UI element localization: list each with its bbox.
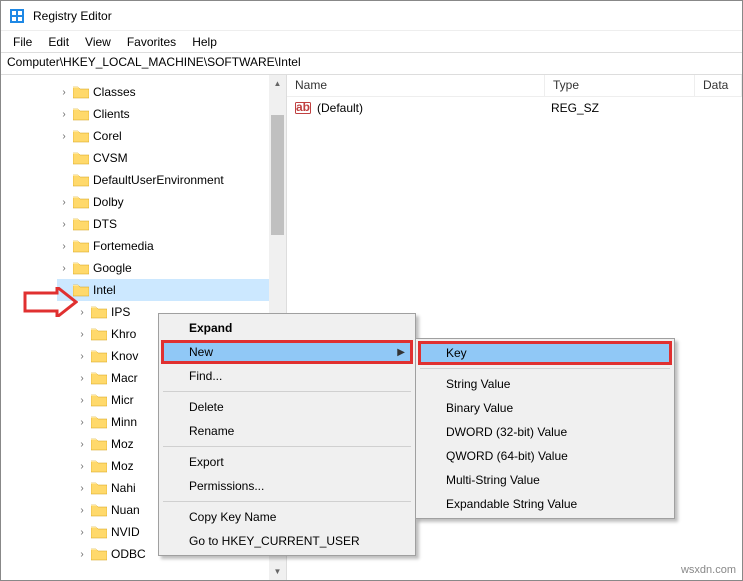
submenu-binary[interactable]: Binary Value xyxy=(418,396,672,420)
ctx-expand-label: Expand xyxy=(189,321,232,335)
scrollbar-thumb[interactable] xyxy=(271,115,284,235)
col-header-data[interactable]: Data xyxy=(695,75,742,96)
submenu-expandstring[interactable]: Expandable String Value xyxy=(418,492,672,516)
expander-icon[interactable]: › xyxy=(75,527,89,538)
list-header: Name Type Data xyxy=(287,75,742,97)
col-header-name[interactable]: Name xyxy=(287,75,545,96)
submenu-arrow-icon: ▶ xyxy=(397,347,405,358)
scroll-down-icon[interactable]: ▼ xyxy=(269,563,286,580)
tree-label: Corel xyxy=(93,129,122,143)
tree-item-corel[interactable]: › Corel xyxy=(57,125,286,147)
expander-icon[interactable]: › xyxy=(57,197,71,208)
ctx-expand[interactable]: Expand xyxy=(161,316,413,340)
tree-label: Knov xyxy=(111,349,138,363)
ctx-rename[interactable]: Rename xyxy=(161,419,413,443)
ctx-export[interactable]: Export xyxy=(161,450,413,474)
submenu-dword[interactable]: DWORD (32-bit) Value xyxy=(418,420,672,444)
tree-label: Micr xyxy=(111,393,134,407)
menu-help[interactable]: Help xyxy=(184,33,225,51)
expander-icon[interactable]: › xyxy=(75,351,89,362)
expander-icon[interactable]: › xyxy=(57,263,71,274)
menubar: File Edit View Favorites Help xyxy=(1,31,742,53)
tree-label: Moz xyxy=(111,437,134,451)
tree-item-intel[interactable]: Intel xyxy=(57,279,286,301)
tree-item-cvsm[interactable]: CVSM xyxy=(57,147,286,169)
expander-icon[interactable]: › xyxy=(75,439,89,450)
expander-icon[interactable]: › xyxy=(57,87,71,98)
expander-icon[interactable]: › xyxy=(75,549,89,560)
tree-item-dolby[interactable]: › Dolby xyxy=(57,191,286,213)
tree-label: Nahi xyxy=(111,481,136,495)
svg-text:ab: ab xyxy=(296,100,310,114)
expander-icon[interactable]: › xyxy=(75,329,89,340)
address-bar[interactable]: Computer\HKEY_LOCAL_MACHINE\SOFTWARE\Int… xyxy=(1,53,742,75)
ctx-separator xyxy=(163,446,411,447)
submenu-string[interactable]: String Value xyxy=(418,372,672,396)
submenu-qword[interactable]: QWORD (64-bit) Value xyxy=(418,444,672,468)
expander-icon[interactable]: › xyxy=(75,505,89,516)
tree-label: Google xyxy=(93,261,132,275)
menu-file[interactable]: File xyxy=(5,33,40,51)
tree-label: Nuan xyxy=(111,503,140,517)
ctx-new-label: New xyxy=(189,345,213,359)
new-submenu: Key String Value Binary Value DWORD (32-… xyxy=(415,338,675,519)
expander-icon[interactable]: › xyxy=(75,461,89,472)
expander-icon[interactable]: › xyxy=(75,395,89,406)
expander-icon[interactable]: › xyxy=(75,417,89,428)
ctx-find[interactable]: Find... xyxy=(161,364,413,388)
tree-label: Khro xyxy=(111,327,136,341)
titlebar: Registry Editor xyxy=(1,1,742,31)
col-header-type[interactable]: Type xyxy=(545,75,695,96)
expander-icon[interactable]: › xyxy=(57,131,71,142)
tree-label: ODBC xyxy=(111,547,146,561)
expander-icon[interactable]: › xyxy=(57,109,71,120)
tree-label: Intel xyxy=(93,283,116,297)
tree-item-defaultuserenvironment[interactable]: DefaultUserEnvironment xyxy=(57,169,286,191)
expander-icon[interactable]: › xyxy=(57,241,71,252)
tree-label: DefaultUserEnvironment xyxy=(93,173,224,187)
tree-label: CVSM xyxy=(93,151,128,165)
scroll-up-icon[interactable]: ▲ xyxy=(269,75,286,92)
tree-label: Macr xyxy=(111,371,138,385)
tree-item-fortemedia[interactable]: › Fortemedia xyxy=(57,235,286,257)
string-value-icon: ab xyxy=(295,100,311,116)
tree-item-dts[interactable]: › DTS xyxy=(57,213,286,235)
ctx-new[interactable]: New ▶ xyxy=(161,340,413,364)
tree-label: Moz xyxy=(111,459,134,473)
tree-label: Dolby xyxy=(93,195,124,209)
submenu-key[interactable]: Key xyxy=(418,341,672,365)
ctx-copy-key-name[interactable]: Copy Key Name xyxy=(161,505,413,529)
regedit-icon xyxy=(9,8,25,24)
value-type: REG_SZ xyxy=(551,101,701,115)
annotation-arrow xyxy=(23,287,78,317)
expander-icon[interactable]: › xyxy=(75,483,89,494)
tree-label: DTS xyxy=(93,217,117,231)
menu-edit[interactable]: Edit xyxy=(40,33,77,51)
ctx-delete[interactable]: Delete xyxy=(161,395,413,419)
expander-icon[interactable]: › xyxy=(75,373,89,384)
tree-item-classes[interactable]: › Classes xyxy=(57,81,286,103)
ctx-separator xyxy=(163,391,411,392)
ctx-separator xyxy=(163,501,411,502)
list-row[interactable]: ab (Default) REG_SZ xyxy=(287,97,742,119)
ctx-permissions[interactable]: Permissions... xyxy=(161,474,413,498)
submenu-multistring[interactable]: Multi-String Value xyxy=(418,468,672,492)
watermark: wsxdn.com xyxy=(681,564,736,576)
tree-label: Clients xyxy=(93,107,130,121)
context-menu: Expand New ▶ Find... Delete Rename Expor… xyxy=(158,313,416,556)
tree-label: NVID xyxy=(111,525,140,539)
ctx-goto-hkcu[interactable]: Go to HKEY_CURRENT_USER xyxy=(161,529,413,553)
ctx-separator xyxy=(420,368,670,369)
menu-favorites[interactable]: Favorites xyxy=(119,33,184,51)
window-title: Registry Editor xyxy=(33,9,112,23)
tree-item-clients[interactable]: › Clients xyxy=(57,103,286,125)
tree-label: IPS xyxy=(111,305,130,319)
tree-item-google[interactable]: › Google xyxy=(57,257,286,279)
tree-label: Minn xyxy=(111,415,137,429)
menu-view[interactable]: View xyxy=(77,33,119,51)
tree-label: Fortemedia xyxy=(93,239,154,253)
value-name: (Default) xyxy=(317,101,551,115)
tree-label: Classes xyxy=(93,85,136,99)
expander-icon[interactable]: › xyxy=(57,219,71,230)
